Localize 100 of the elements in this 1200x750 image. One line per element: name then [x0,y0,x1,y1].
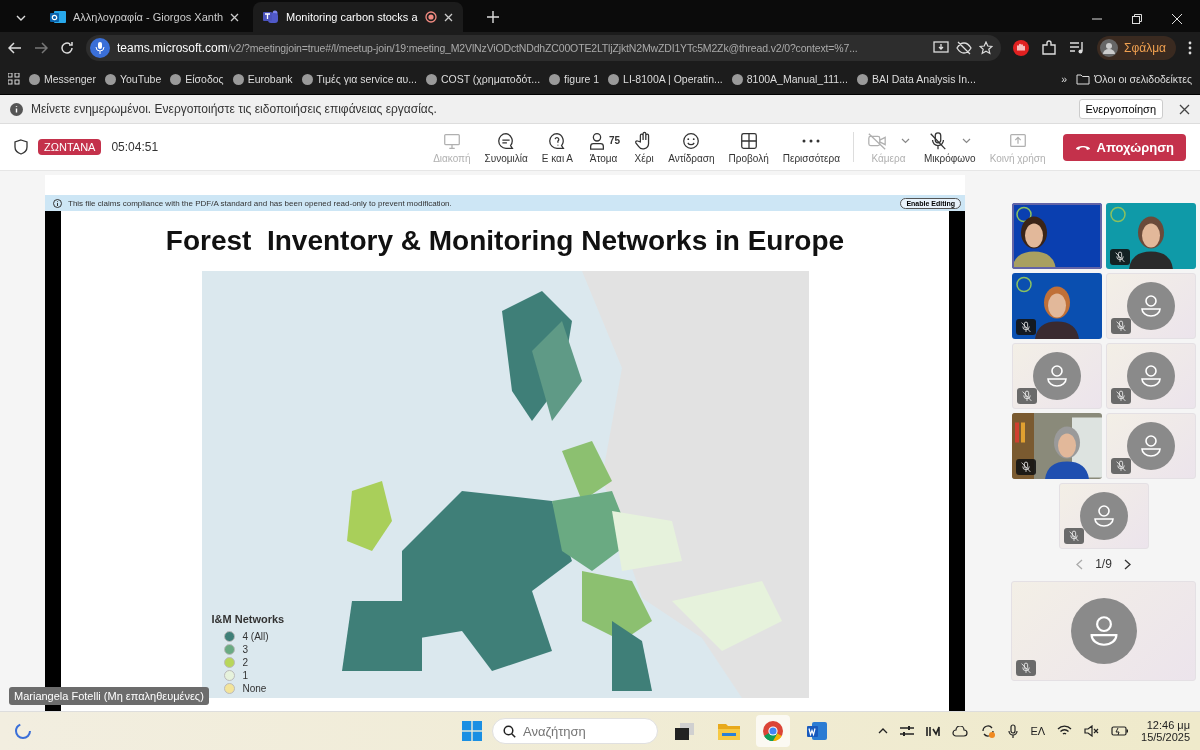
presenter-label: Mariangela Fotelli (Μη επαληθευμένες) [9,687,209,705]
search-icon [503,724,516,738]
chrome-icon[interactable] [762,720,784,742]
forward-icon[interactable] [34,42,48,54]
clock-time[interactable]: 12:46 μμ [1146,719,1190,731]
toolbar-button[interactable]: 75 Άτομα [580,130,628,164]
media-icon[interactable] [1069,41,1085,55]
star-icon[interactable] [979,41,993,55]
leave-button[interactable]: Αποχώρηση [1062,133,1186,161]
bookmark[interactable]: BAI Data Analysis In... [856,73,976,85]
muted-mic-icon [1015,319,1036,335]
menu-icon[interactable] [1188,41,1192,55]
legend-label: 2 [242,657,249,668]
toolbar-button[interactable]: Χέρι [627,130,662,164]
toolbar-button[interactable]: Περισσότερα [775,130,847,164]
bookmark[interactable]: 8100A_Manual_111... [731,73,848,85]
camera-off-icon [866,130,887,151]
muted-mic-icon [1015,459,1036,475]
participant-tile[interactable] [1105,413,1196,479]
muted-mic-icon [1110,388,1131,404]
toolbar-button[interactable]: Ε και Α [534,130,580,164]
muted-mic-icon [928,130,949,151]
eye-off-icon[interactable] [956,41,972,55]
bookmark[interactable]: COST (χρηματοδότ... [425,73,541,85]
meeting-timer: 05:04:51 [111,140,159,154]
phone-icon [1074,143,1091,151]
toolbar-button[interactable]: Μικρόφωνο [916,130,983,164]
windows-start-icon[interactable] [462,721,482,741]
apps-icon[interactable] [8,73,20,85]
bookmark[interactable]: LI-8100A | Operatin... [608,73,723,85]
pdf-notice: This file claims compliance with the PDF/A standard and has been opened read-only to prevent modification. [68,198,452,208]
browser-tab[interactable]: Αλληλογραφία - Giorgos Xanth [40,2,250,32]
more-bookmarks-button[interactable]: » [1061,73,1068,85]
bookmark[interactable]: Eurobank [232,73,293,85]
legend-label: 4 (All) [242,631,269,642]
cloud-icon[interactable] [952,725,969,737]
recording-icon [424,11,437,23]
toolbar-button[interactable]: Συνομιλία [477,130,535,164]
speaker-muted-icon[interactable] [1084,725,1100,737]
muted-mic-icon [1063,528,1084,544]
avatar-icon [1032,352,1081,400]
smile-icon [681,130,702,151]
language-indicator[interactable]: ΕΛ [1030,725,1046,737]
shield-icon[interactable] [14,139,28,155]
participant-tile[interactable] [1105,343,1196,409]
microphone-icon[interactable] [90,38,110,58]
legend-label: 1 [242,670,249,681]
next-page-icon[interactable] [1123,558,1131,570]
notification-text: Μείνετε ενημερωμένοι. Ενεργοποιήστε τις ειδοποιήσεις επιφάνειας εργασίας. [31,102,437,116]
battery-icon[interactable] [1111,725,1130,737]
folder-icon [1076,73,1091,85]
bookmarks-folder[interactable]: Όλοι οι σελιδοδείκτες [1076,73,1192,85]
stop-hand-icon[interactable] [1013,40,1029,56]
bookmark[interactable]: Είσοδος [170,73,224,85]
profile-button[interactable]: Σφάλμα [1097,36,1176,60]
sliders-icon[interactable] [900,725,915,737]
muted-mic-icon [1110,458,1131,474]
more-icon [802,138,821,143]
microphone-icon[interactable] [1008,723,1019,739]
back-icon[interactable] [8,42,22,54]
chevron-up-icon[interactable] [878,728,889,734]
muted-mic-icon [1016,388,1037,404]
avatar-icon [1070,598,1137,664]
avatar-icon [1100,39,1118,57]
caret-icon[interactable] [962,137,972,144]
search-field[interactable]: Αναζήτηση [492,718,658,744]
teams-icon [263,10,280,24]
install-icon[interactable] [933,41,949,55]
participant-tile[interactable] [1011,581,1196,681]
avatar-icon [1126,422,1175,470]
close-icon[interactable] [1179,103,1190,115]
avatar-icon [1126,352,1175,400]
bookmark[interactable]: Messenger [29,73,96,85]
people-icon [587,130,607,151]
bookmark[interactable]: figure 1 [549,73,600,85]
legend-label: 3 [242,644,249,655]
extensions-icon[interactable] [1041,40,1057,56]
word-icon[interactable] [806,720,828,742]
mail-icon [50,10,66,24]
sync-icon[interactable] [980,723,997,739]
clock-date[interactable]: 15/5/2025 [1141,731,1190,743]
participant-tile[interactable] [1105,273,1196,339]
avatar-icon [1079,492,1128,540]
muted-mic-icon [1110,318,1131,334]
address-bar[interactable]: teams.microsoft.com/v2/?meetingjoin=true#/l/meetup-join/19:meeting_M2VlNzViODctNDdhZC00OTE2LTljZjktN2MwZDI1YTc5M2Zk@thread.v2/0?context=%7... [86,35,1001,61]
restore-icon[interactable] [1132,14,1142,24]
bookmark[interactable]: YouTube [104,73,162,85]
folder-icon[interactable] [717,721,741,741]
bookmark[interactable]: Τιμές για service αυ... [301,73,417,85]
participant-tile[interactable] [1011,343,1102,409]
toolbar-button[interactable]: Προβολή [721,130,776,164]
wifi-icon[interactable] [1057,725,1073,737]
muted-mic-icon [1109,249,1130,265]
toolbar-button[interactable]: Αντίδραση [661,130,722,164]
participant-tile[interactable] [1058,483,1149,549]
browser-tab[interactable]: Monitoring carbon stocks a [253,2,463,32]
enable-notifications-button[interactable]: Ενεργοποίηση [1078,99,1163,119]
task-view-icon[interactable] [674,721,696,741]
legend-title: I&M Networks [211,613,285,625]
reload-icon[interactable] [60,41,74,55]
